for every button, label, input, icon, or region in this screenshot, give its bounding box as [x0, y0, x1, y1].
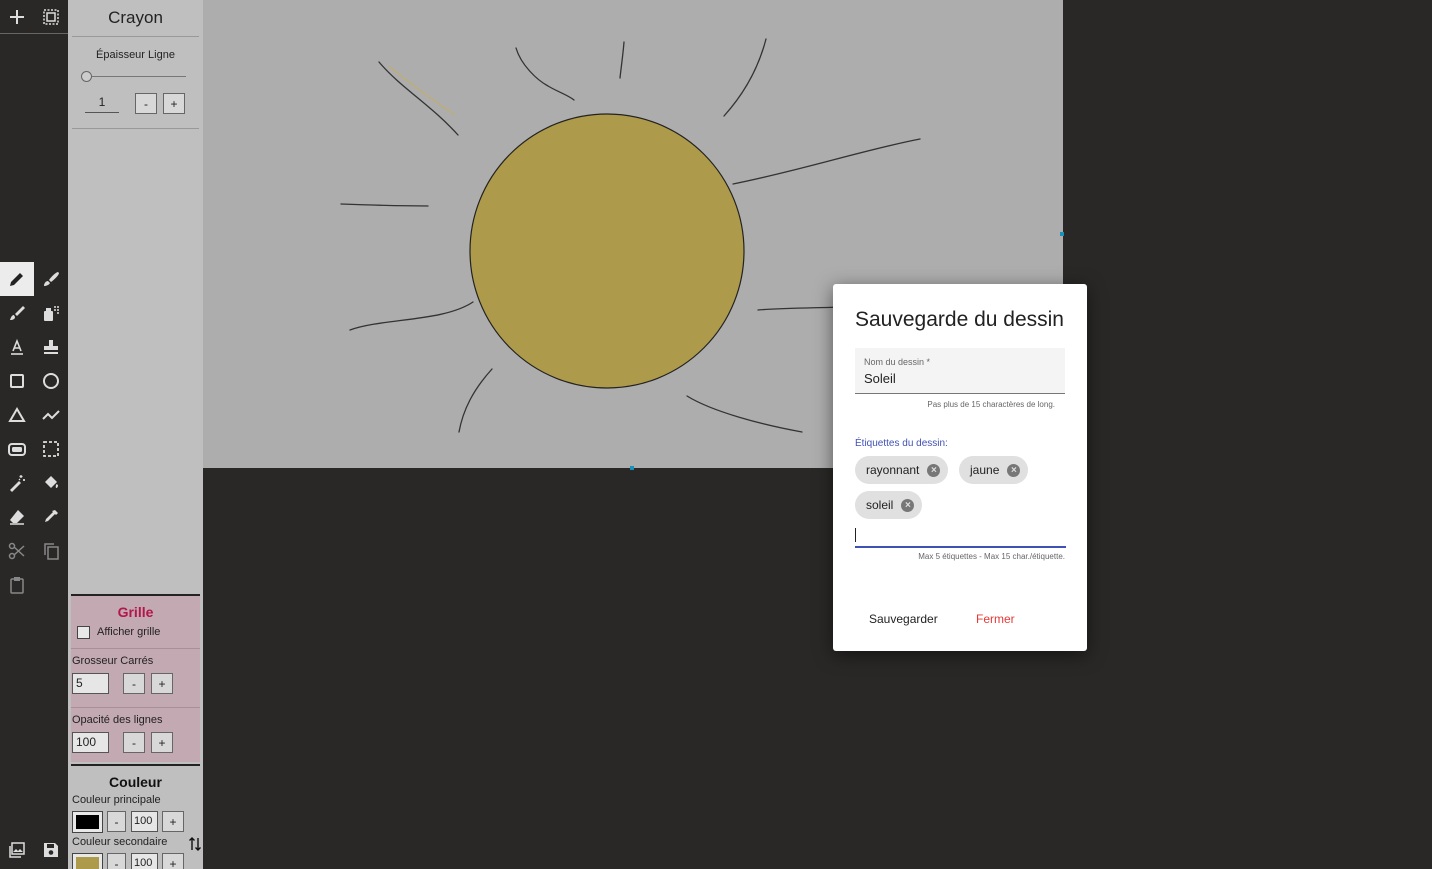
square-size-decrease-button[interactable]: - — [123, 673, 145, 694]
square-size-label: Grosseur Carrés — [72, 655, 154, 667]
copy-icon[interactable] — [34, 534, 68, 568]
tags-label: Étiquettes du dessin: — [855, 438, 948, 449]
line-opacity-label: Opacité des lignes — [72, 714, 163, 726]
remove-tag-icon[interactable]: × — [1007, 463, 1021, 477]
show-grid-label: Afficher grille — [97, 626, 161, 638]
sun-circle — [469, 113, 745, 389]
canvas-resize-handle-right[interactable] — [1060, 232, 1064, 236]
sun-ray — [378, 61, 459, 136]
line-width-slider[interactable] — [81, 70, 186, 82]
show-grid-checkbox[interactable] — [77, 626, 90, 639]
slider-thumb[interactable] — [81, 71, 92, 82]
secondary-color-swatch[interactable] — [72, 853, 103, 869]
text-caret — [855, 528, 856, 542]
gallery-icon[interactable] — [0, 833, 34, 867]
line-opacity-decrease-button[interactable]: - — [123, 732, 145, 753]
drawing-name-field[interactable]: Nom du dessin * Soleil — [855, 348, 1065, 394]
eraser-icon[interactable] — [0, 500, 34, 534]
paint-bucket-icon[interactable] — [34, 466, 68, 500]
tag-input[interactable] — [855, 524, 1066, 548]
secondary-color-label: Couleur secondaire — [72, 836, 168, 848]
tag-chip-label: rayonnant — [866, 463, 920, 477]
tag-chip: rayonnant × — [855, 456, 949, 484]
tag-chip-label: jaune — [970, 463, 1000, 477]
sun-ray — [619, 41, 625, 79]
paint-app: Crayon Épaisseur Ligne 1 - + Grille Affi… — [0, 0, 1432, 869]
new-drawing-icon[interactable] — [0, 0, 34, 34]
secondary-opacity-input[interactable]: 100 — [131, 853, 158, 869]
sun-ray — [515, 47, 575, 101]
color-title: Couleur — [109, 774, 162, 790]
square-size-increase-button[interactable]: + — [151, 673, 173, 694]
spray-icon[interactable] — [34, 296, 68, 330]
grid-divider — [71, 707, 200, 708]
panel-divider — [72, 36, 199, 37]
remove-tag-icon[interactable]: × — [927, 463, 941, 477]
tag-chip: soleil × — [855, 491, 923, 519]
line-width-decrease-button[interactable]: - — [135, 93, 157, 114]
line-width-label: Épaisseur Ligne — [96, 49, 175, 61]
swap-colors-icon[interactable] — [188, 836, 202, 852]
scissors-icon[interactable] — [0, 534, 34, 568]
grid-divider — [71, 648, 200, 649]
tool-bar — [0, 0, 68, 869]
toolbar-divider — [0, 33, 68, 34]
tag-chip-label: soleil — [866, 498, 894, 512]
triangle-icon[interactable] — [0, 398, 34, 432]
paste-icon[interactable] — [0, 568, 34, 602]
sun-ray — [757, 306, 844, 311]
sun-ray — [686, 395, 803, 433]
drawing-name-hint: Pas plus de 15 charactères de long. — [927, 400, 1055, 409]
tags-hint: Max 5 étiquettes - Max 15 char./étiquett… — [918, 552, 1065, 561]
tag-chip: jaune × — [959, 456, 1029, 484]
primary-opacity-decrease-button[interactable]: - — [107, 811, 126, 832]
paint-brush-icon[interactable] — [0, 296, 34, 330]
attribute-panel: Crayon Épaisseur Ligne 1 - + Grille Affi… — [68, 0, 203, 869]
polyline-icon[interactable] — [34, 398, 68, 432]
rounded-rectangle-icon[interactable] — [0, 432, 34, 466]
sun-ray — [340, 203, 429, 207]
magic-wand-icon[interactable] — [0, 466, 34, 500]
save-dialog: Sauvegarde du dessin Nom du dessin * Sol… — [833, 284, 1087, 651]
select-all-icon[interactable] — [34, 0, 68, 34]
color-section: Couleur Couleur principale - 100 + Coule… — [71, 764, 202, 869]
line-width-increase-button[interactable]: + — [163, 93, 185, 114]
grid-title: Grille — [117, 604, 154, 620]
panel-title: Crayon — [108, 8, 163, 27]
secondary-opacity-decrease-button[interactable]: - — [107, 853, 126, 869]
square-size-input[interactable]: 5 — [72, 673, 109, 694]
stamp-icon[interactable] — [34, 330, 68, 364]
rectangle-select-icon[interactable] — [34, 432, 68, 466]
line-opacity-input[interactable]: 100 — [72, 732, 109, 753]
text-icon[interactable] — [0, 330, 34, 364]
ellipse-icon[interactable] — [34, 364, 68, 398]
faint-yellow-stroke — [388, 65, 456, 116]
pencil-icon[interactable] — [0, 262, 34, 296]
sun-ray — [349, 301, 474, 331]
secondary-opacity-increase-button[interactable]: + — [162, 853, 184, 869]
brush-icon[interactable] — [34, 262, 68, 296]
drawing-name-input[interactable]: Soleil — [864, 371, 896, 386]
primary-opacity-input[interactable]: 100 — [131, 811, 158, 832]
line-width-input[interactable]: 1 — [85, 95, 119, 113]
sun-ray — [458, 368, 493, 433]
line-opacity-increase-button[interactable]: + — [151, 732, 173, 753]
sun-ray — [723, 38, 767, 117]
dialog-title: Sauvegarde du dessin — [855, 308, 1064, 331]
close-button[interactable]: Fermer — [976, 612, 1015, 626]
primary-color-label: Couleur principale — [72, 794, 161, 806]
drawing-name-label: Nom du dessin * — [864, 357, 931, 367]
remove-tag-icon[interactable]: × — [901, 498, 915, 512]
primary-opacity-increase-button[interactable]: + — [162, 811, 184, 832]
save-button[interactable]: Sauvegarder — [869, 612, 938, 626]
rectangle-icon[interactable] — [0, 364, 34, 398]
eyedropper-icon[interactable] — [34, 500, 68, 534]
canvas-resize-handle-bottom[interactable] — [630, 466, 634, 470]
primary-color-swatch[interactable] — [72, 811, 103, 833]
grid-section: Grille Afficher grille Grosseur Carrés 5… — [71, 594, 200, 762]
panel-divider — [72, 128, 199, 129]
save-icon[interactable] — [34, 833, 68, 867]
sun-ray — [732, 138, 921, 185]
